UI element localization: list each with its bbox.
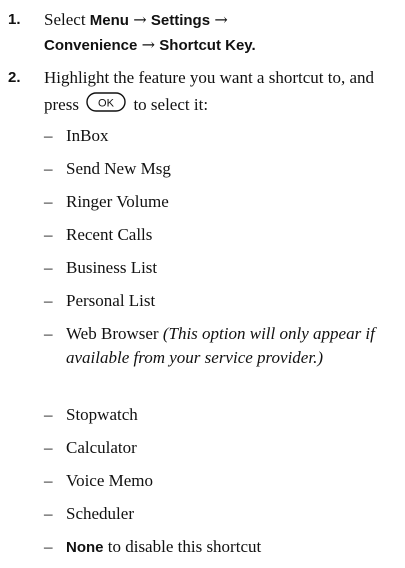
dash-bullet: – [44,438,53,457]
list-item: – Send New Msg [44,157,394,190]
menu-path-menu: Menu [89,12,129,29]
step-2: 2. Highlight the feature you want a shor… [8,66,398,117]
option-label: Stopwatch [66,405,138,424]
list-item: – Calculator [44,436,394,469]
dash-bullet: – [44,537,53,556]
list-item: – Scheduler [44,502,394,535]
dash-bullet: – [44,258,53,277]
option-label: Voice Memo [66,471,154,490]
option-label: Calculator [66,438,137,457]
list-item: – Web Browser (This option will only app… [44,322,394,403]
dash-bullet: – [44,159,53,178]
option-label: InBox [66,126,109,145]
dash-bullet: – [44,126,53,145]
menu-path-shortcut-key: Shortcut Key. [159,37,256,54]
dash-bullet: – [44,405,53,424]
list-item: – InBox [44,124,394,157]
arrow-icon: → [133,10,147,29]
dash-bullet: – [44,192,53,211]
option-label: Web Browser [66,324,159,343]
arrow-icon: → [214,10,228,29]
dash-bullet: – [44,291,53,310]
list-item: – Voice Memo [44,469,394,502]
ok-key-icon: OK [86,92,126,119]
list-item: – Ringer Volume [44,190,394,223]
step-text: Highlight the feature you want a shortcu… [44,66,398,117]
dash-bullet: – [44,504,53,523]
list-item: – None to disable this shortcut [44,535,394,568]
manual-page: 1. Select Menu → Settings → Convenience … [0,0,405,556]
list-item: – Business List [44,256,394,289]
option-label: Personal List [66,291,156,310]
option-label: Scheduler [66,504,134,523]
menu-path-settings: Settings [150,12,211,29]
step-number: 1. [8,11,21,28]
dash-bullet: – [44,225,53,244]
shortcut-options-list: – InBox – Send New Msg – Ringer Volume –… [44,124,394,568]
option-label: Send New Msg [66,159,171,178]
menu-path-convenience: Convenience [44,37,138,54]
arrow-icon: → [141,35,156,54]
option-label: None [66,539,104,556]
step-text-after-key: to select it: [133,95,209,114]
ok-key-label: OK [98,98,115,110]
list-item: – Personal List [44,289,394,322]
step-text: Select Menu → Settings → Convenience → S… [44,8,398,58]
option-label: Recent Calls [66,225,153,244]
step-1: 1. Select Menu → Settings → Convenience … [8,8,398,58]
step-text-prefix: Select [44,10,90,29]
option-suffix: to disable this shortcut [103,537,262,556]
list-item: – Stopwatch [44,403,394,436]
step-number: 2. [8,69,21,86]
option-label: Ringer Volume [66,192,169,211]
dash-bullet: – [44,324,53,343]
list-item: – Recent Calls [44,223,394,256]
option-label: Business List [66,258,158,277]
dash-bullet: – [44,471,53,490]
